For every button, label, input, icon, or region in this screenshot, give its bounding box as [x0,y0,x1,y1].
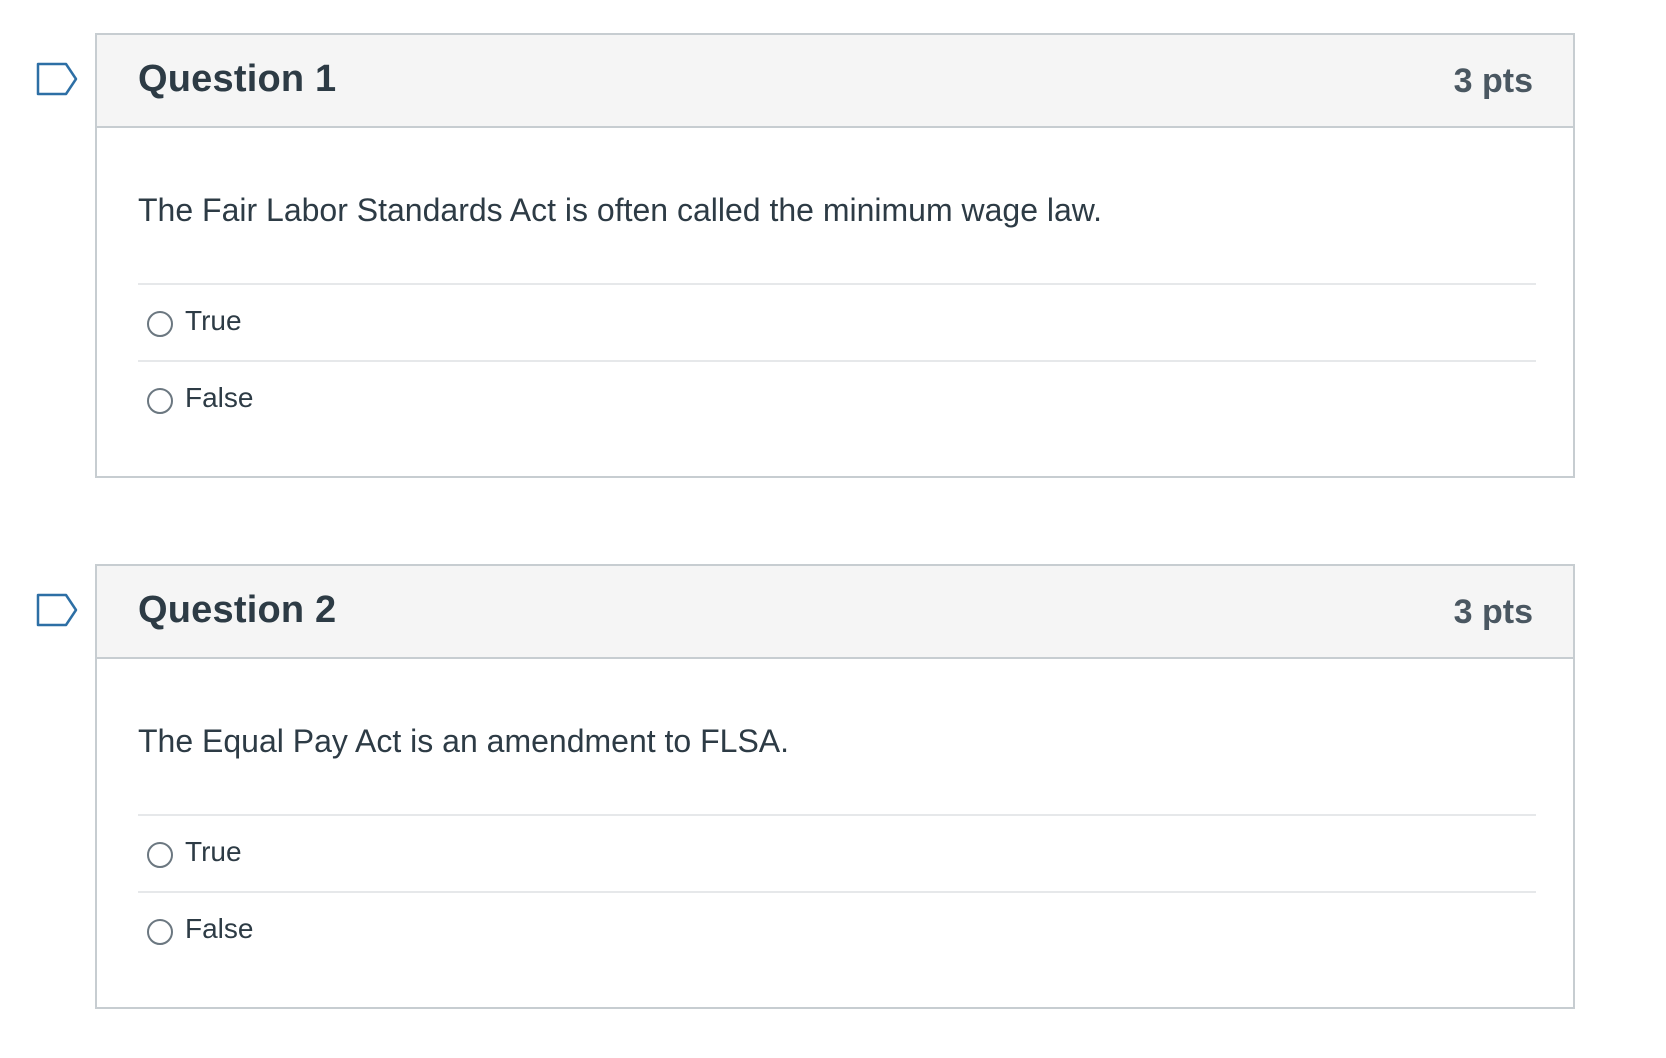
question-text: The Fair Labor Standards Act is often ca… [138,192,1103,228]
answer-option-true[interactable]: True [138,814,1536,891]
answer-option-true[interactable]: True [138,283,1536,360]
question-header: Question 1 3 pts [97,35,1573,128]
answer-list: True False [138,814,1536,968]
question-points: 3 pts [1453,593,1533,631]
question-text: The Equal Pay Act is an amendment to FLS… [138,723,790,759]
answer-option-false[interactable]: False [138,360,1536,437]
question-title: Question 2 [138,589,337,631]
question-title: Question 1 [138,58,337,100]
answer-label[interactable]: True [185,305,242,337]
question-card: Question 2 3 pts The Equal Pay Act is an… [95,564,1575,1009]
flag-question-icon[interactable] [36,62,78,96]
answer-label[interactable]: False [185,913,253,945]
radio-unchecked-icon[interactable] [147,311,173,337]
flag-question-icon[interactable] [36,593,78,627]
question-header: Question 2 3 pts [97,566,1573,659]
answer-option-false[interactable]: False [138,891,1536,968]
radio-unchecked-icon[interactable] [147,919,173,945]
question-points: 3 pts [1453,62,1533,100]
answer-label[interactable]: False [185,382,253,414]
answer-label[interactable]: True [185,836,242,868]
question-card: Question 1 3 pts The Fair Labor Standard… [95,33,1575,478]
answer-list: True False [138,283,1536,437]
radio-unchecked-icon[interactable] [147,388,173,414]
radio-unchecked-icon[interactable] [147,842,173,868]
